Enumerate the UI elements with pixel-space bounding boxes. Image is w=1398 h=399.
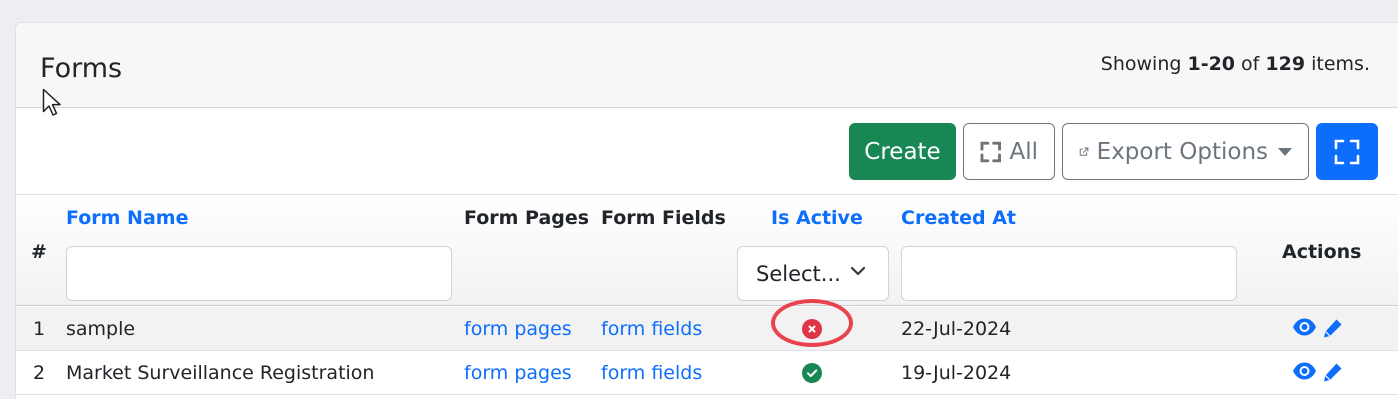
form-name-filter-input[interactable]: [66, 246, 452, 301]
pencil-icon[interactable]: [1322, 361, 1344, 383]
column-form-pages: Form Pages: [464, 207, 590, 229]
row-number: 2: [33, 362, 46, 384]
form-pages-link[interactable]: form pages: [464, 362, 572, 384]
annotation-circle: [771, 299, 853, 347]
column-created-at[interactable]: Created At: [901, 207, 1016, 229]
pencil-icon[interactable]: [1322, 317, 1344, 339]
created-at-cell: 22-Jul-2024: [901, 318, 1012, 340]
table-row: 2 Market Surveillance Registration form …: [16, 351, 1398, 395]
form-fields-link[interactable]: form fields: [601, 318, 702, 340]
forms-card: Forms Showing 1-20 of 129 items. Create …: [15, 22, 1398, 399]
column-number: #: [31, 241, 47, 263]
pagination-summary: Showing 1-20 of 129 items.: [1100, 53, 1370, 75]
form-pages-link[interactable]: form pages: [464, 318, 572, 340]
column-form-fields: Form Fields: [601, 207, 726, 229]
mouse-pointer-icon: [42, 88, 61, 116]
fullscreen-icon: [1334, 139, 1360, 164]
column-actions: Actions: [1282, 241, 1362, 263]
created-at-filter-input[interactable]: [901, 246, 1237, 301]
caret-down-icon: [1278, 147, 1292, 156]
chevron-down-icon: [850, 266, 866, 276]
create-button[interactable]: Create: [849, 123, 956, 180]
check-circle-icon: [802, 363, 822, 383]
column-form-name[interactable]: Form Name: [66, 207, 188, 229]
row-number: 1: [33, 318, 46, 340]
card-header: Forms Showing 1-20 of 129 items.: [16, 23, 1398, 108]
created-at-cell: 19-Jul-2024: [901, 362, 1012, 384]
table-header: # Form Name Form Pages Form Fields Is Ac…: [16, 194, 1398, 306]
column-is-active[interactable]: Is Active: [771, 207, 863, 229]
form-fields-link[interactable]: form fields: [601, 362, 702, 384]
eye-icon[interactable]: [1292, 317, 1317, 337]
show-all-button[interactable]: All: [963, 123, 1055, 180]
page-title: Forms: [40, 53, 123, 84]
export-options-dropdown[interactable]: Export Options: [1062, 123, 1309, 180]
is-active-filter-select[interactable]: Select...: [737, 246, 889, 301]
form-name-cell: sample: [66, 318, 136, 340]
form-name-cell: Market Surveillance Registration: [66, 362, 375, 384]
expand-corners-icon: [980, 141, 1001, 162]
toolbar: Create All Export Options: [849, 123, 1378, 180]
table-row: 1 sample form pages form fields 22-Jul-2…: [16, 307, 1398, 351]
fullscreen-button[interactable]: [1316, 123, 1378, 180]
eye-icon[interactable]: [1292, 361, 1317, 381]
external-link-icon: [1079, 146, 1089, 156]
